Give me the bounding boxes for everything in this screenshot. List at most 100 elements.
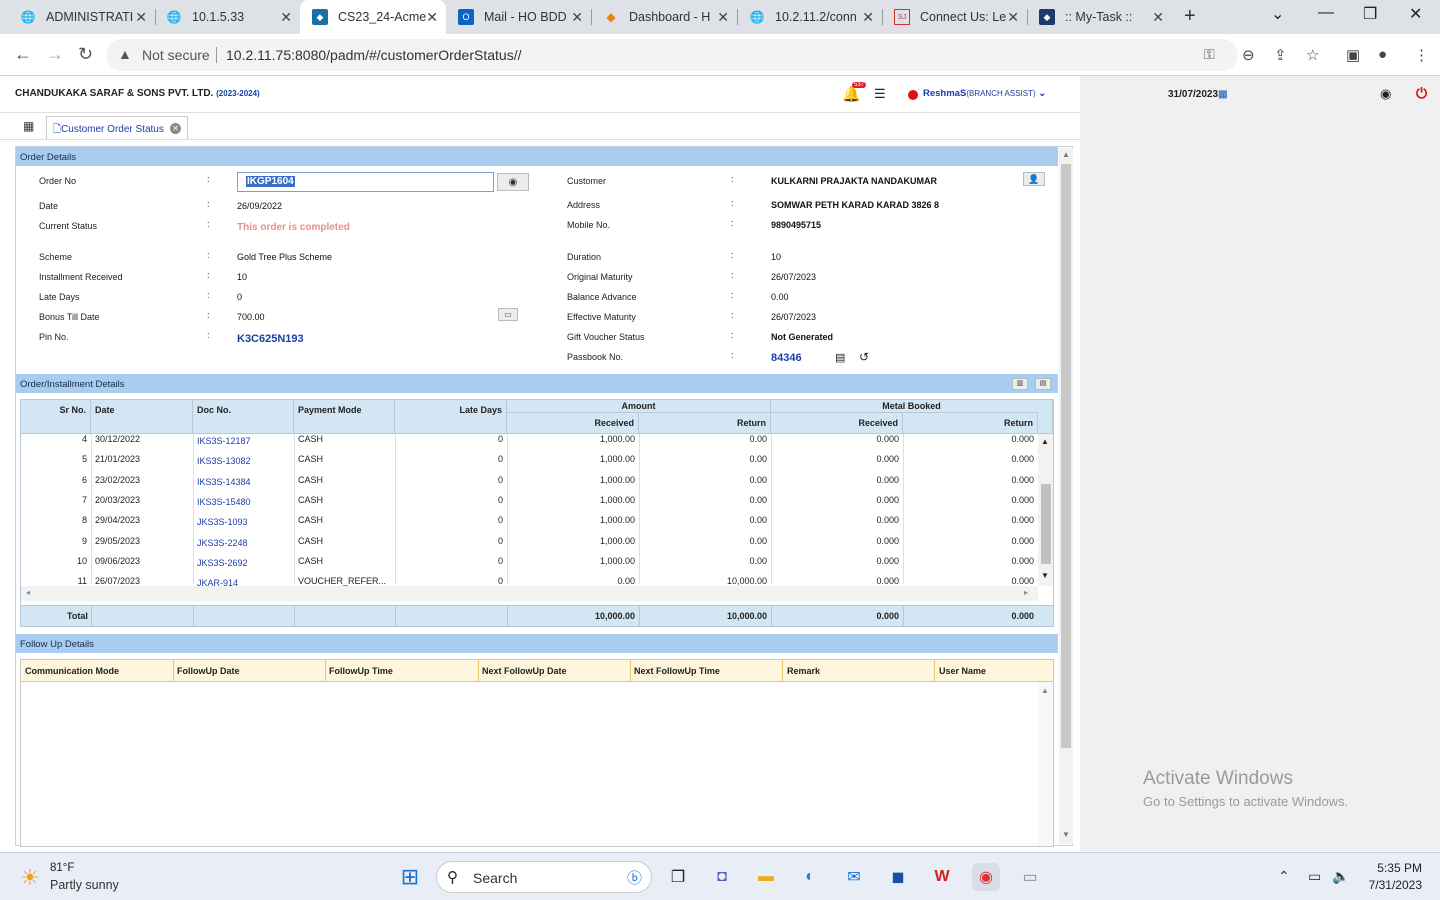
- session-date[interactable]: 31/07/2023▦: [1168, 89, 1228, 100]
- col-followup-time[interactable]: FollowUp Time: [329, 666, 393, 676]
- cell-doc-no[interactable]: IKS3S-15480: [197, 497, 293, 507]
- eye-slash-icon[interactable]: ◉: [1380, 86, 1391, 102]
- clock-date[interactable]: 7/31/2023: [1360, 878, 1422, 892]
- passbook-card-icon[interactable]: ▤: [835, 351, 845, 364]
- not-secure-label[interactable]: Not secure: [142, 47, 210, 63]
- browser-tab[interactable]: SJ Connect Us: Le ✕: [882, 0, 1027, 34]
- side-panel-icon[interactable]: ▣: [1346, 46, 1360, 64]
- col-followup-date[interactable]: FollowUp Date: [177, 666, 240, 676]
- power-icon[interactable]: ⏻: [1416, 85, 1427, 102]
- chrome-icon[interactable]: ◉: [972, 863, 1000, 891]
- cell-doc-no[interactable]: JKS3S-1093: [197, 517, 293, 527]
- table-row[interactable]: 7 20/03/2023 IKS3S-15480 CASH 0 1,000.00 0.00 0…: [21, 493, 1038, 513]
- browser-tab[interactable]: 🌐 10.2.11.2/conn ✕: [737, 0, 882, 34]
- close-icon[interactable]: ✕: [571, 9, 583, 26]
- browser-tab[interactable]: O Mail - HO BDD ✕: [446, 0, 591, 34]
- table-row[interactable]: 4 30/12/2022 IKS3S-12187 CASH 0 1,000.00 0.00 0…: [21, 432, 1038, 452]
- history-icon[interactable]: ↺: [859, 350, 869, 364]
- key-icon[interactable]: ⚿: [1204, 46, 1215, 63]
- customer-card-icon[interactable]: 👤: [1023, 172, 1045, 186]
- omnibox[interactable]: ▲ Not secure 10.2.11.75:8080/padm/#/cust…: [106, 39, 1238, 71]
- col-amount-received[interactable]: Received: [507, 413, 639, 434]
- task-view-icon[interactable]: ❐: [664, 863, 692, 891]
- close-icon[interactable]: ✕: [717, 9, 729, 26]
- cell-doc-no[interactable]: IKS3S-14384: [197, 477, 293, 487]
- table-row[interactable]: 5 21/01/2023 IKS3S-13082 CASH 0 1,000.00 0.00 0…: [21, 452, 1038, 472]
- weather-temp[interactable]: 81°F: [50, 862, 74, 874]
- profile-icon[interactable]: ●: [1378, 46, 1387, 63]
- menu-dots-icon[interactable]: ⋮: [1414, 46, 1429, 64]
- scroll-up-icon[interactable]: ▲: [1062, 150, 1070, 159]
- table-row[interactable]: 8 29/04/2023 JKS3S-1093 CASH 0 1,000.00 0.00 0.…: [21, 513, 1038, 533]
- list-icon[interactable]: ☰: [874, 86, 886, 102]
- bing-icon[interactable]: ⓑ: [627, 867, 642, 888]
- clock-time[interactable]: 5:35 PM: [1368, 861, 1422, 875]
- col-communication-mode[interactable]: Communication Mode: [25, 666, 119, 676]
- user-menu[interactable]: ReshmaS(BRANCH ASSIST) ⌄: [923, 88, 1046, 99]
- wps-office-icon[interactable]: W: [928, 863, 956, 891]
- new-tab-button[interactable]: +: [1184, 5, 1196, 28]
- tab-customer-order-status[interactable]: 🗋Customer Order Status ✕: [46, 116, 188, 139]
- share-icon[interactable]: ⇪: [1274, 46, 1287, 64]
- table-row[interactable]: 6 23/02/2023 IKS3S-14384 CASH 0 1,000.00 0.00 0…: [21, 473, 1038, 493]
- view-order-button[interactable]: ◉: [497, 173, 529, 191]
- star-icon[interactable]: ☆: [1306, 46, 1319, 64]
- follow-up-scrollbar[interactable]: ▲: [1038, 682, 1053, 846]
- browser-tab[interactable]: 🌐 10.1.5.33 ✕: [146, 0, 300, 34]
- browser-tab[interactable]: 🌐 ADMINISTRATI ✕: [0, 0, 155, 34]
- scroll-right-icon[interactable]: ▸: [1024, 588, 1028, 597]
- main-vertical-scrollbar[interactable]: ▲ ▼: [1059, 148, 1073, 844]
- device-icon[interactable]: ▭: [1016, 863, 1044, 891]
- scroll-thumb[interactable]: [1061, 164, 1071, 748]
- zoom-icon[interactable]: ⊖: [1242, 46, 1255, 64]
- table-row[interactable]: 9 29/05/2023 JKS3S-2248 CASH 0 1,000.00 0.00 0.…: [21, 534, 1038, 554]
- cash-icon[interactable]: ▭: [498, 308, 518, 321]
- weather-desc[interactable]: Partly sunny: [50, 878, 119, 892]
- taskbar-search[interactable]: ⚲ Search ⓑ: [436, 861, 652, 893]
- minimize-button[interactable]: —: [1318, 4, 1334, 22]
- col-metal-return[interactable]: Return: [903, 413, 1038, 434]
- scroll-up-icon[interactable]: ▲: [1041, 686, 1049, 695]
- window-close-button[interactable]: ✕: [1409, 4, 1422, 24]
- chevron-down-icon[interactable]: ⌄: [1271, 4, 1284, 24]
- speaker-icon[interactable]: 🔈: [1332, 868, 1349, 885]
- edge-icon[interactable]: ◐: [796, 863, 824, 891]
- cell-doc-no[interactable]: IKS3S-12187: [197, 436, 293, 446]
- file-explorer-icon[interactable]: ▬: [752, 863, 780, 891]
- pdf-export-icon[interactable]: ▤: [1035, 378, 1051, 390]
- store-icon[interactable]: ◼: [884, 863, 912, 891]
- close-icon[interactable]: ✕: [1007, 9, 1019, 26]
- scroll-down-icon[interactable]: ▼: [1062, 830, 1070, 839]
- back-button[interactable]: ←: [14, 44, 32, 65]
- scroll-left-icon[interactable]: ◂: [26, 588, 30, 597]
- col-metal-received[interactable]: Received: [771, 413, 903, 434]
- warning-icon[interactable]: ▲: [118, 46, 132, 62]
- close-icon[interactable]: ✕: [280, 9, 292, 26]
- close-icon[interactable]: ✕: [426, 9, 438, 26]
- scroll-down-icon[interactable]: ▼: [1041, 571, 1049, 580]
- col-late-days[interactable]: Late Days: [395, 400, 507, 434]
- col-next-followup-time[interactable]: Next FollowUp Time: [634, 666, 720, 676]
- forward-button[interactable]: →: [46, 44, 64, 65]
- cell-doc-no[interactable]: JKS3S-2692: [197, 558, 293, 568]
- windows-start-icon[interactable]: ⊞: [396, 863, 424, 891]
- col-doc-no[interactable]: Doc No.: [193, 400, 294, 434]
- chevron-up-icon[interactable]: ⌃: [1278, 868, 1290, 885]
- cell-doc-no[interactable]: JKS3S-2248: [197, 538, 293, 548]
- excel-export-icon[interactable]: ▥: [1012, 378, 1028, 390]
- col-next-followup-date[interactable]: Next FollowUp Date: [482, 666, 567, 676]
- col-sr-no[interactable]: Sr No.: [21, 400, 91, 434]
- weather-icon[interactable]: ☀: [20, 865, 40, 891]
- mail-icon[interactable]: ✉: [840, 863, 868, 891]
- reload-button[interactable]: ↻: [78, 44, 93, 65]
- browser-tab-active[interactable]: ◆ CS23_24-Acme ✕: [300, 0, 446, 34]
- url-text[interactable]: 10.2.11.75:8080/padm/#/customerOrderStat…: [226, 47, 521, 63]
- grid-horizontal-scrollbar[interactable]: ◂ ▸: [21, 586, 1038, 601]
- col-user-name[interactable]: User Name: [939, 666, 986, 676]
- grid-vertical-scrollbar[interactable]: ▲ ▼: [1038, 434, 1053, 586]
- col-amount-return[interactable]: Return: [639, 413, 771, 434]
- close-icon[interactable]: ✕: [862, 9, 874, 26]
- order-no-input[interactable]: IKGP1604: [237, 172, 494, 192]
- table-row[interactable]: 10 09/06/2023 JKS3S-2692 CASH 0 1,000.00 0.00 0…: [21, 554, 1038, 574]
- cell-doc-no[interactable]: IKS3S-13082: [197, 456, 293, 466]
